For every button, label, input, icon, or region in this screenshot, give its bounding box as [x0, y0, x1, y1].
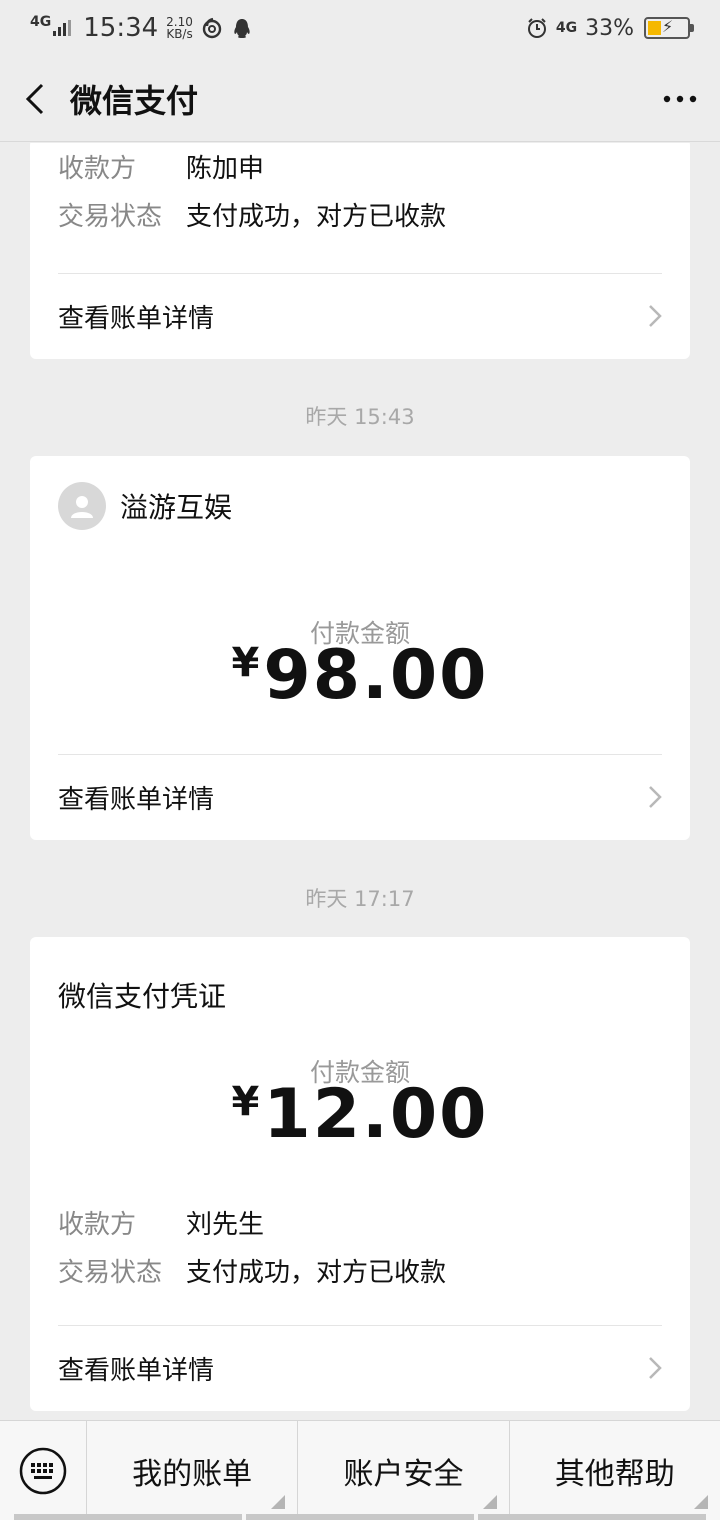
view-bill-detail-link-2[interactable]: 查看账单详情 [30, 755, 690, 839]
detail-link-label: 查看账单详情 [58, 784, 215, 815]
signal-icon [53, 20, 72, 36]
amount-value: 98.00 [263, 636, 489, 715]
message-timestamp: 昨天 15:43 [305, 405, 415, 429]
submenu-indicator-icon [271, 1494, 286, 1509]
battery-percent: 33% [585, 15, 634, 41]
voucher-title: 微信支付凭证 [58, 980, 227, 1013]
payment-card-3: 微信支付凭证 付款金额 ¥12.00 收款方 刘先生 交易状态 支付成功，对方已… [30, 937, 690, 1411]
view-bill-detail-link-1[interactable]: 查看账单详情 [30, 274, 690, 358]
payee-row: 收款方 刘先生 [30, 1201, 690, 1249]
payee-value: 陈加申 [186, 154, 265, 184]
battery-icon: ⚡ [644, 17, 694, 39]
gesture-bar [0, 1514, 720, 1520]
submenu-indicator-icon [693, 1494, 708, 1509]
chevron-left-icon [25, 83, 44, 114]
status-value: 支付成功，对方已收款 [186, 1258, 447, 1288]
amount-value: 12.00 [263, 1075, 489, 1154]
chevron-right-icon [649, 1357, 662, 1379]
back-button[interactable] [0, 56, 70, 142]
currency-symbol: ¥ [231, 1079, 260, 1125]
menu-other-help[interactable]: 其他帮助 [508, 1420, 720, 1520]
status-right: 4G 33% ⚡ [526, 15, 694, 41]
alarm-icon [527, 18, 546, 38]
bottom-menu-bar: 我的账单 账户安全 其他帮助 [0, 1420, 720, 1520]
network-type: 4G [30, 14, 52, 30]
menu-my-bills[interactable]: 我的账单 [86, 1420, 297, 1520]
status-row: 交易状态 支付成功，对方已收款 [30, 193, 690, 241]
chevron-right-icon [649, 786, 662, 808]
payee-label: 收款方 [58, 154, 137, 184]
message-timestamp: 昨天 17:17 [305, 887, 415, 911]
status-label: 交易状态 [58, 1258, 163, 1288]
payment-amount: ¥12.00 [30, 1075, 690, 1154]
status-bar: 4G 15:34 2.10 KB/s 4G 33% ⚡ [0, 0, 720, 56]
card-1-details: 收款方 陈加申 交易状态 支付成功，对方已收款 [30, 145, 690, 241]
page-title: 微信支付 [70, 81, 199, 120]
merchant-header[interactable]: 溢游互娱 [58, 482, 232, 530]
currency-symbol: ¥ [231, 640, 260, 686]
menu-label: 其他帮助 [554, 1456, 675, 1492]
merchant-name: 溢游互娱 [120, 491, 233, 524]
payment-card-2: 溢游互娱 付款金额 ¥98.00 查看账单详情 [30, 456, 690, 840]
charging-bolt-icon: ⚡ [662, 17, 674, 36]
status-left: 4G 15:34 2.10 KB/s [30, 13, 253, 43]
status-label: 交易状态 [58, 202, 163, 232]
payment-card-1: 收款方 陈加申 交易状态 支付成功，对方已收款 查看账单详情 [30, 143, 690, 359]
network-type-right: 4G [555, 20, 578, 36]
payee-row: 收款方 陈加申 [30, 145, 690, 193]
view-bill-detail-link-3[interactable]: 查看账单详情 [30, 1326, 690, 1410]
submenu-indicator-icon [482, 1494, 497, 1509]
keyboard-icon [19, 1447, 67, 1494]
nav-bar: 微信支付 [0, 56, 720, 142]
payment-amount: ¥98.00 [30, 636, 690, 715]
message-list[interactable]: 收款方 陈加申 交易状态 支付成功，对方已收款 查看账单详情 昨天 15:43 [0, 143, 720, 1420]
status-row: 交易状态 支付成功，对方已收款 [30, 1249, 690, 1297]
menu-label: 账户安全 [343, 1456, 464, 1492]
keyboard-toggle-button[interactable] [0, 1421, 86, 1520]
menu-label: 我的账单 [132, 1456, 253, 1492]
more-dots-icon [663, 95, 697, 102]
menu-account-security[interactable]: 账户安全 [297, 1420, 508, 1520]
battery-fill [648, 21, 661, 35]
chevron-right-icon [649, 305, 662, 327]
status-time: 15:34 [83, 13, 159, 43]
detail-link-label: 查看账单详情 [58, 303, 215, 334]
net-speed: 2.10 KB/s [166, 16, 193, 40]
payee-value: 刘先生 [186, 1210, 265, 1240]
netease-music-icon [202, 17, 222, 39]
card-3-details: 收款方 刘先生 交易状态 支付成功，对方已收款 [30, 1201, 690, 1297]
user-avatar-icon [58, 482, 106, 530]
payee-label: 收款方 [58, 1210, 137, 1240]
detail-link-label: 查看账单详情 [58, 1355, 215, 1386]
net-speed-unit: KB/s [166, 27, 193, 41]
more-button[interactable] [640, 56, 720, 142]
qq-penguin-icon [234, 19, 250, 38]
status-value: 支付成功，对方已收款 [186, 202, 447, 232]
